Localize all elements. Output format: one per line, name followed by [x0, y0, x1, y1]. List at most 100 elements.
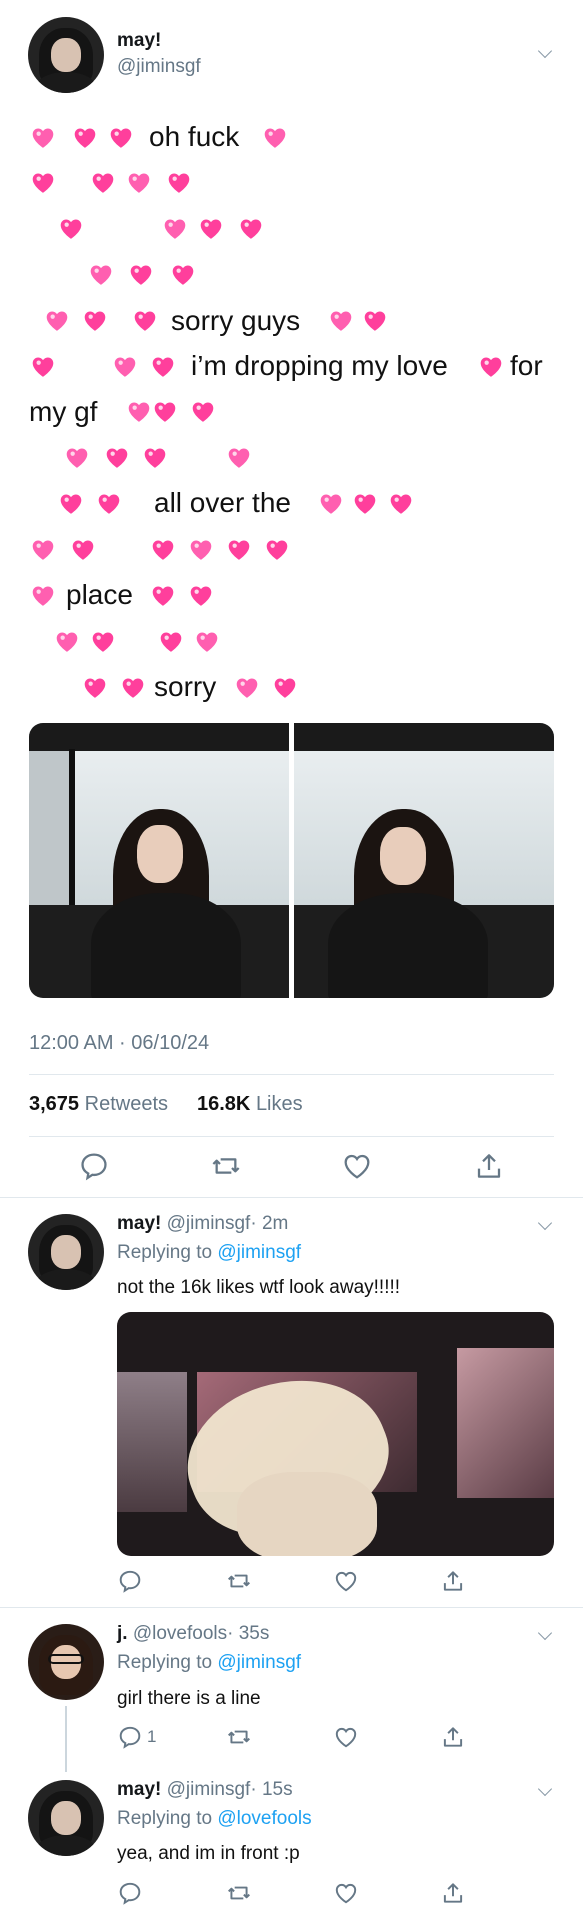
share-icon[interactable]	[440, 1880, 466, 1906]
emoji-heart-icon	[152, 357, 174, 377]
replying-to: Replying to @jiminsgf	[117, 1242, 301, 1264]
display-name[interactable]: j.	[117, 1623, 128, 1644]
emoji-heart-icon	[130, 265, 152, 285]
tweet-line: sorry	[154, 671, 217, 702]
replying-to-link[interactable]: @lovefools	[217, 1808, 311, 1829]
tweet-line: oh fuck	[149, 121, 240, 152]
emoji-heart-icon	[46, 311, 68, 331]
emoji-heart-icon	[98, 494, 120, 514]
retweet-icon[interactable]	[226, 1568, 252, 1594]
emoji-heart-icon	[266, 540, 288, 560]
emoji-heart-icon	[164, 219, 186, 239]
emoji-heart-icon	[192, 402, 214, 422]
reply-icon[interactable]	[117, 1880, 143, 1906]
handle[interactable]: @lovefools	[133, 1623, 227, 1644]
emoji-heart-icon	[128, 402, 150, 422]
like-icon[interactable]	[333, 1880, 359, 1906]
avatar[interactable]	[28, 1624, 104, 1700]
avatar[interactable]	[28, 17, 104, 93]
emoji-heart-icon	[390, 494, 412, 514]
handle[interactable]: @jiminsgf	[167, 1779, 251, 1800]
emoji-heart-icon	[66, 448, 88, 468]
chevron-down-icon[interactable]	[537, 1215, 553, 1231]
like-icon[interactable]	[341, 1150, 373, 1182]
like-icon[interactable]	[333, 1724, 359, 1750]
emoji-heart-icon	[364, 311, 386, 331]
emoji-heart-icon	[264, 128, 286, 148]
emoji-heart-icon	[114, 357, 136, 377]
emoji-heart-icon	[128, 173, 150, 193]
tweet-line: place	[66, 579, 133, 610]
emoji-heart-icon	[32, 357, 54, 377]
emoji-heart-icon	[122, 678, 144, 698]
reply-header: may! @jiminsgf· 15s	[117, 1779, 293, 1801]
tweet-line: for	[510, 350, 543, 381]
retweets-label: Retweets	[84, 1093, 168, 1115]
emoji-heart-icon	[32, 173, 54, 193]
retweet-icon[interactable]	[226, 1724, 252, 1750]
emoji-heart-icon	[154, 402, 176, 422]
handle[interactable]: @jiminsgf	[117, 56, 201, 78]
reply-time: · 15s	[250, 1779, 293, 1800]
tweet-photo[interactable]	[294, 723, 554, 998]
tweet-photo[interactable]	[29, 723, 289, 998]
share-icon[interactable]	[440, 1724, 466, 1750]
emoji-heart-icon	[84, 678, 106, 698]
retweets-stat[interactable]: 3,675 Retweets	[29, 1093, 168, 1116]
tweet-line: my gf	[29, 396, 98, 427]
reply-text: not the 16k likes wtf look away!!!!!	[117, 1277, 401, 1298]
chevron-down-icon[interactable]	[537, 1781, 553, 1797]
reply-text: yea, and im in front :p	[117, 1843, 300, 1864]
emoji-heart-icon	[228, 540, 250, 560]
replying-to-link[interactable]: @jiminsgf	[217, 1652, 301, 1673]
emoji-heart-icon	[354, 494, 376, 514]
chevron-down-icon[interactable]	[537, 43, 553, 59]
emoji-heart-icon	[172, 265, 194, 285]
emoji-heart-icon	[330, 311, 352, 331]
divider	[0, 1197, 583, 1198]
likes-stat[interactable]: 16.8K Likes	[197, 1093, 303, 1116]
divider	[29, 1074, 554, 1075]
avatar[interactable]	[28, 1214, 104, 1290]
emoji-heart-icon	[72, 540, 94, 560]
emoji-heart-icon	[190, 540, 212, 560]
share-icon[interactable]	[440, 1568, 466, 1594]
like-icon[interactable]	[333, 1568, 359, 1594]
display-name[interactable]: may!	[117, 1779, 161, 1800]
replying-to-link[interactable]: @jiminsgf	[217, 1242, 301, 1263]
thread-connector	[65, 1706, 67, 1772]
replying-prefix: Replying to	[117, 1652, 213, 1673]
retweet-icon[interactable]	[210, 1150, 242, 1182]
emoji-heart-icon	[152, 540, 174, 560]
reply-text: girl there is a line	[117, 1688, 261, 1709]
emoji-heart-icon	[320, 494, 342, 514]
retweet-icon[interactable]	[226, 1880, 252, 1906]
reply-media[interactable]	[117, 1312, 554, 1556]
emoji-heart-icon	[228, 448, 250, 468]
display-name[interactable]: may!	[117, 30, 161, 52]
reply-icon[interactable]	[78, 1150, 110, 1182]
reply-time: · 35s	[227, 1623, 270, 1644]
divider	[0, 1607, 583, 1608]
reply-icon[interactable]	[117, 1724, 143, 1750]
display-name[interactable]: may!	[117, 1213, 161, 1234]
emoji-heart-icon	[152, 586, 174, 606]
replying-to: Replying to @jiminsgf	[117, 1652, 301, 1674]
emoji-heart-icon	[134, 311, 156, 331]
emoji-heart-icon	[110, 128, 132, 148]
reply-icon[interactable]	[117, 1568, 143, 1594]
emoji-heart-icon	[168, 173, 190, 193]
emoji-heart-icon	[84, 311, 106, 331]
emoji-heart-icon	[32, 540, 54, 560]
emoji-heart-icon	[32, 586, 54, 606]
emoji-heart-icon	[90, 265, 112, 285]
avatar[interactable]	[28, 1780, 104, 1856]
emoji-heart-icon	[56, 632, 78, 652]
emoji-heart-icon	[92, 173, 114, 193]
divider	[29, 1136, 554, 1137]
handle[interactable]: @jiminsgf	[167, 1213, 251, 1234]
emoji-heart-icon	[32, 128, 54, 148]
chevron-down-icon[interactable]	[537, 1625, 553, 1641]
share-icon[interactable]	[473, 1150, 505, 1182]
emoji-heart-icon	[74, 128, 96, 148]
